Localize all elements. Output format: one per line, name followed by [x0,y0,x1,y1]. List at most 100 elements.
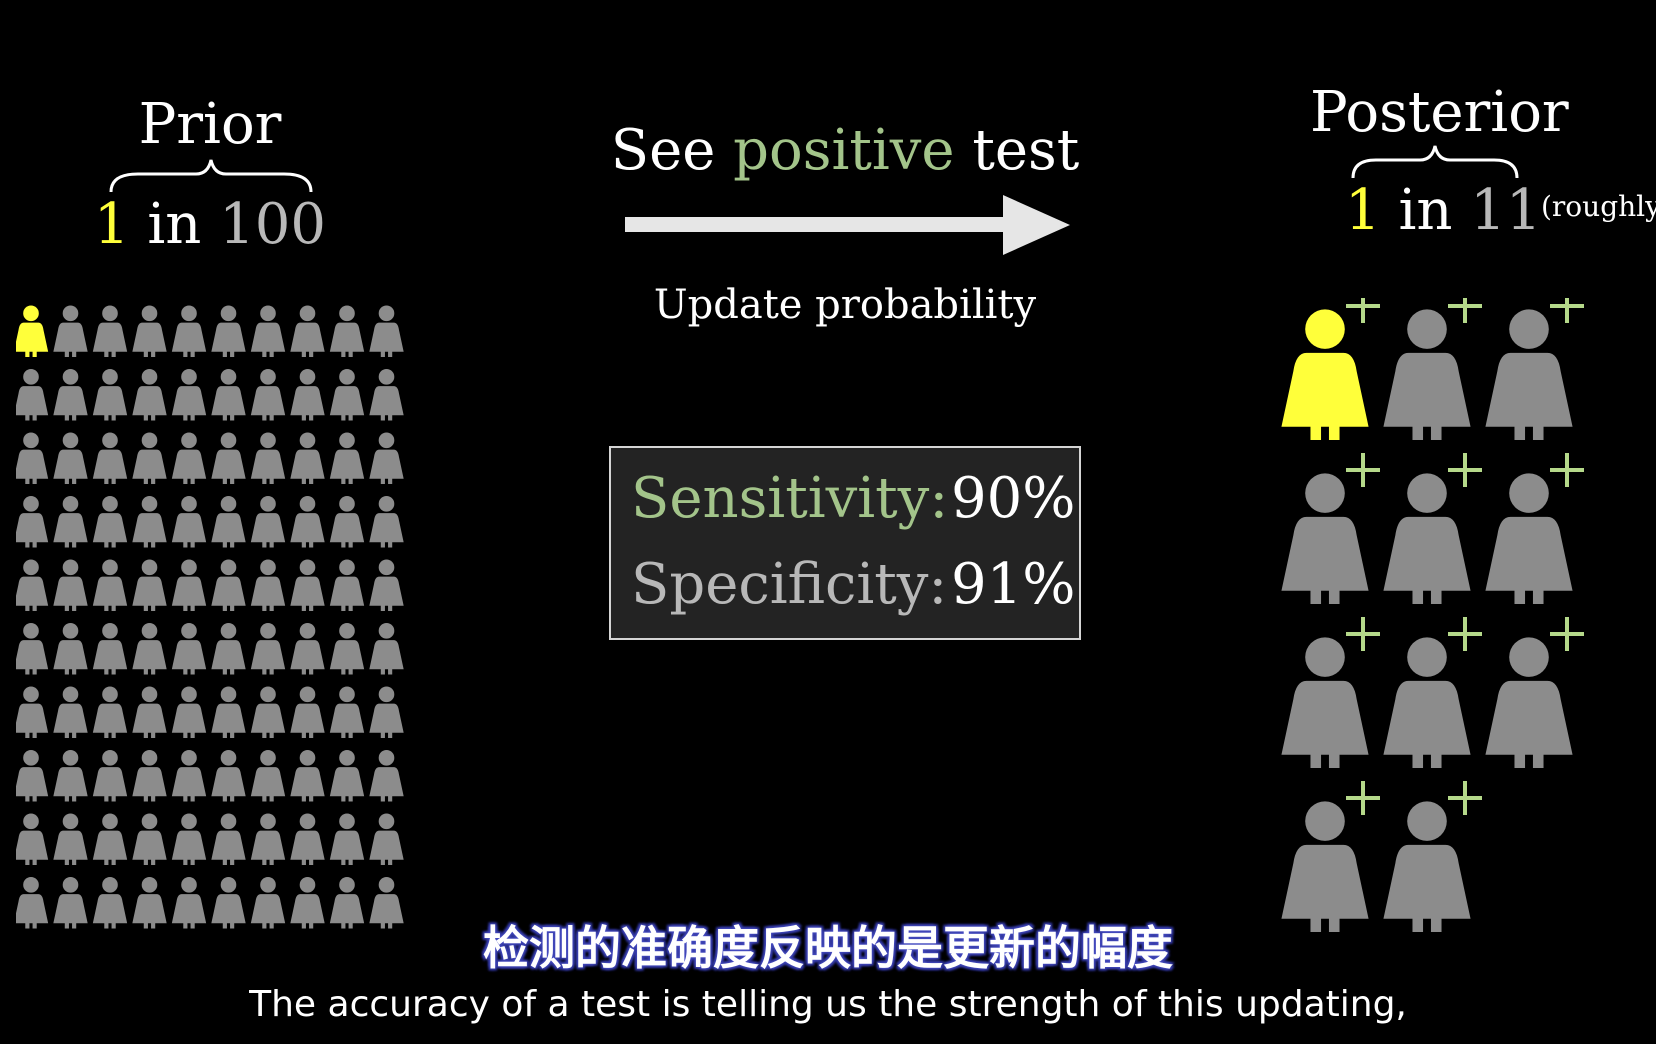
person-icon [369,623,404,675]
person-icon [250,432,286,484]
person-icon [92,623,128,675]
prior-ratio: 1 in 100 [0,192,420,257]
person-icon [16,813,49,865]
person-icon [171,559,207,611]
person-icon [1281,473,1369,604]
update-probability-caption: Update probability [653,282,1037,328]
plus-icon [1448,453,1482,487]
person-icon [53,686,88,738]
person-icon [211,432,246,484]
highlighted-person-icon [1281,309,1369,440]
person-icon [290,496,325,548]
headline-test: test [972,118,1080,183]
right-arrow-icon [625,195,1070,255]
specificity-row: Specificity: 91% [631,552,1075,617]
person-icon [250,623,286,675]
person-icon [53,369,88,421]
person-icon [329,686,365,738]
person-icon [132,369,167,421]
posterior-brace [1351,145,1519,179]
person-icon [1383,637,1471,768]
person-icon [92,686,128,738]
person-icon [290,813,325,865]
person-icon [16,496,49,548]
person-icon [369,686,404,738]
prior-brace [109,159,313,193]
person-icon [171,813,207,865]
person-icon [290,623,325,675]
person-icon [329,750,365,802]
subtitle-chinese: 检测的准确度反映的是更新的幅度 [483,921,1173,975]
person-icon [132,432,167,484]
person-icon [211,686,246,738]
plus-icon [1346,453,1380,487]
subtitle-english: The accuracy of a test is telling us the… [249,984,1407,1025]
plus-icon [1448,617,1482,651]
person-icon [1485,473,1573,604]
plus-icon [1346,781,1380,815]
person-icon [92,369,128,421]
posterior-population-grid [1281,298,1584,932]
plus-icon [1346,298,1380,323]
person-icon [92,750,128,802]
person-icon [369,305,404,357]
video-frame: Prior 1 in 100 See positive test Update … [0,0,1656,1044]
plus-icon [1550,617,1584,651]
person-icon [211,496,246,548]
person-icon [16,623,49,675]
person-icon [171,623,207,675]
person-icon [132,813,167,865]
person-icon [211,559,246,611]
prior-population-grid [16,305,404,929]
person-icon [132,496,167,548]
person-icon [92,432,128,484]
person-icon [53,559,88,611]
person-icon [369,496,404,548]
person-icon [329,559,365,611]
person-icon [16,369,49,421]
person-icon [369,432,404,484]
person-icon [329,432,365,484]
headline-positive: positive [733,118,955,183]
person-icon [1485,637,1573,768]
person-icon [92,496,128,548]
person-icon [250,750,286,802]
person-icon [369,813,404,865]
person-icon [171,432,207,484]
person-icon [329,369,365,421]
person-icon [1281,637,1369,768]
person-icon [1383,473,1471,604]
plus-icon [1448,298,1482,323]
person-icon [53,496,88,548]
person-icon [171,686,207,738]
person-icon [329,496,365,548]
sensitivity-label: Sensitivity: [631,466,949,531]
person-icon [53,305,88,357]
person-icon [132,686,167,738]
person-icon [132,750,167,802]
person-icon [171,369,207,421]
person-icon [132,623,167,675]
prior-ratio-numerator: 1 [93,192,130,257]
person-icon [132,559,167,611]
person-icon [290,750,325,802]
person-icon [250,369,286,421]
person-icon [211,750,246,802]
plus-icon [1346,617,1380,651]
person-icon [132,305,167,357]
person-icon [53,432,88,484]
plus-icon [1448,781,1482,815]
person-icon [369,369,404,421]
headline: See positive test [590,118,1100,183]
person-icon [16,559,49,611]
posterior-ratio-in: in [1398,178,1453,243]
person-icon [53,623,88,675]
plus-icon [1550,298,1584,323]
person-icon [171,496,207,548]
person-icon [211,369,246,421]
headline-see: See [610,118,716,183]
person-icon [171,750,207,802]
person-icon [329,305,365,357]
person-icon [171,305,207,357]
person-icon [1485,309,1573,440]
